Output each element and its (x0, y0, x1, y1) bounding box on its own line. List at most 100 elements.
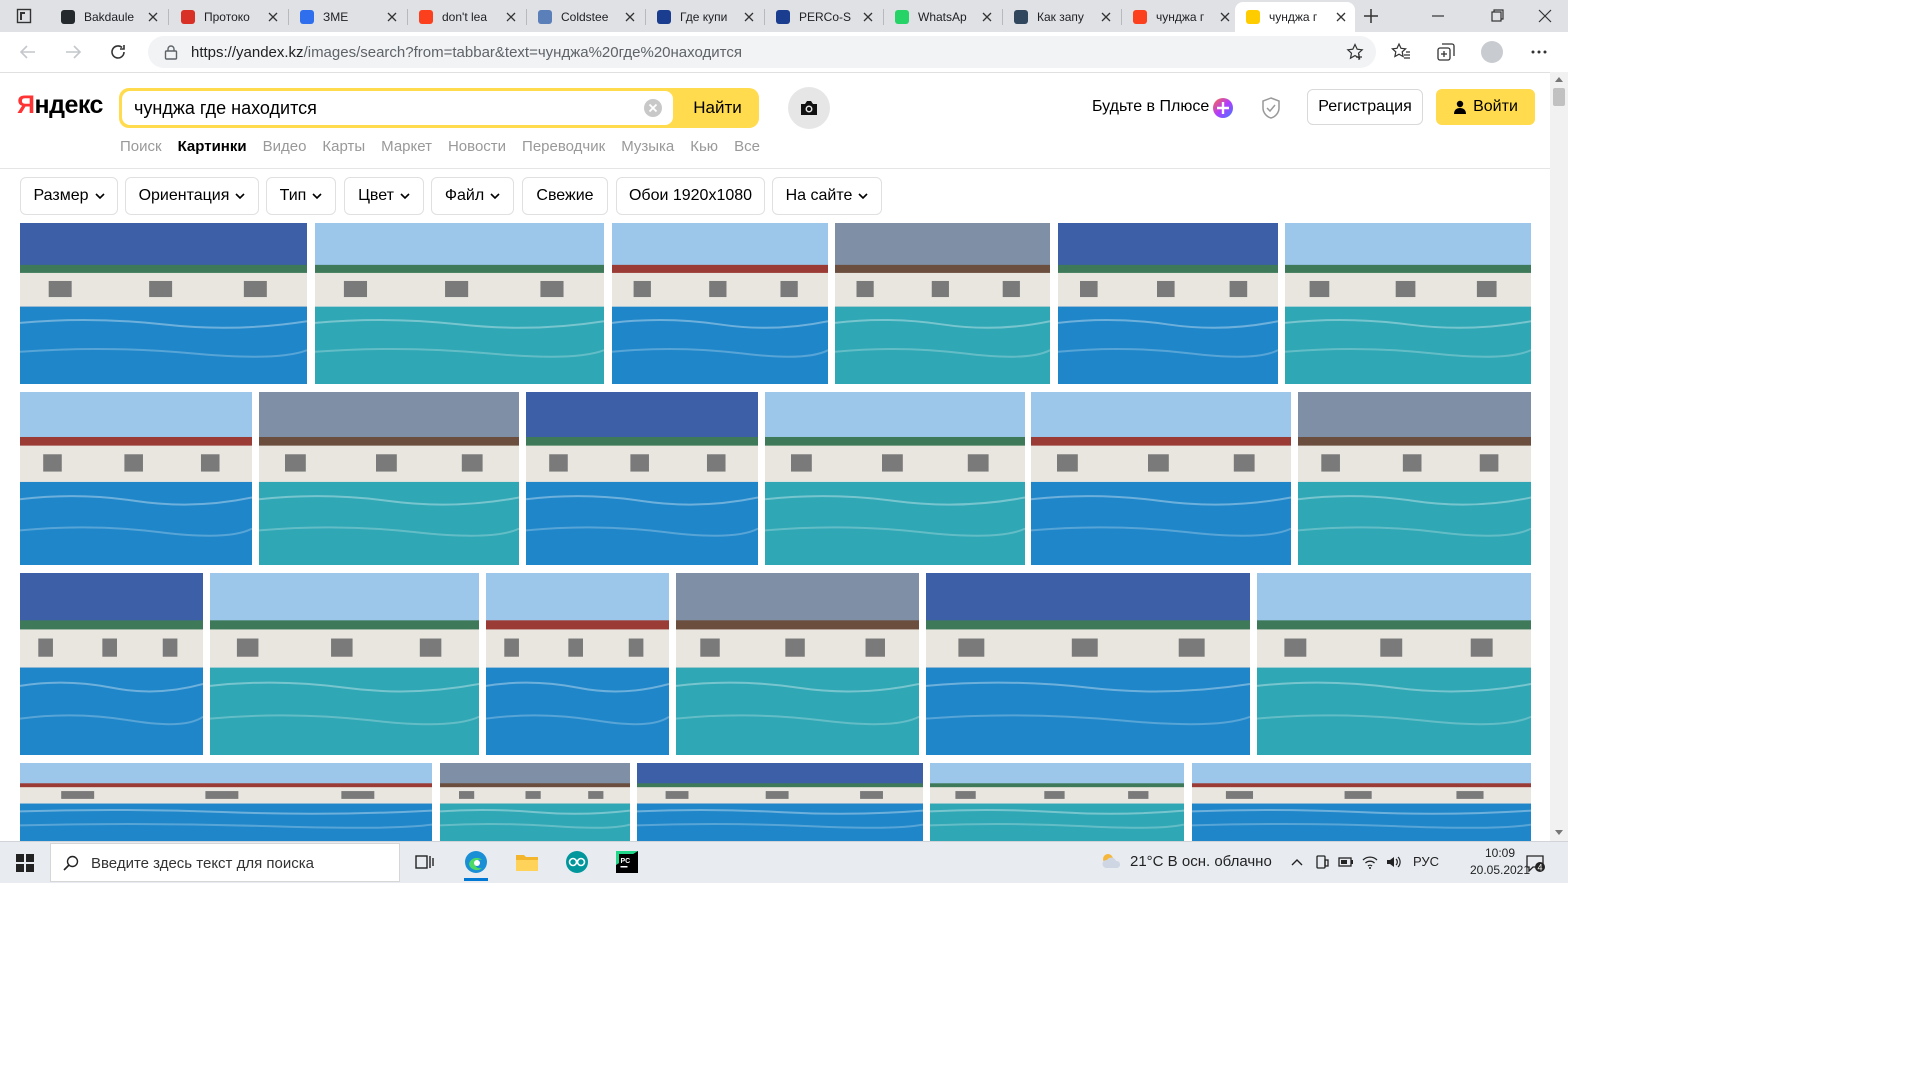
image-result-thumbnail[interactable] (835, 223, 1050, 384)
browser-tab[interactable]: Coldstee (527, 2, 644, 32)
windows-start-icon[interactable] (16, 854, 34, 872)
add-favorite-icon[interactable] (1346, 43, 1364, 61)
collections-icon[interactable] (1436, 42, 1456, 62)
filter-button[interactable]: Свежие (522, 177, 608, 215)
browser-tab[interactable]: Как запу (1003, 2, 1120, 32)
search-input[interactable] (132, 97, 636, 120)
register-button[interactable]: Регистрация (1307, 89, 1423, 125)
filter-button[interactable]: Размер (20, 177, 118, 215)
browser-tab[interactable]: WhatsAp (884, 2, 1001, 32)
language-indicator[interactable]: РУС (1413, 854, 1439, 869)
image-result-thumbnail[interactable] (765, 392, 1025, 565)
address-bar[interactable]: https://yandex.kz/images/search?from=tab… (148, 36, 1376, 68)
image-result-thumbnail[interactable] (926, 573, 1250, 755)
image-result-thumbnail[interactable] (210, 573, 479, 755)
browser-tab[interactable]: чунджа г (1235, 2, 1355, 32)
wifi-icon[interactable] (1362, 854, 1378, 870)
url-text[interactable]: https://yandex.kz/images/search?from=tab… (191, 44, 742, 61)
filter-button[interactable]: Ориентация (125, 177, 259, 215)
image-result-thumbnail[interactable] (259, 392, 519, 565)
image-result-thumbnail[interactable] (526, 392, 758, 565)
task-view-button[interactable] (411, 848, 439, 876)
service-link[interactable]: Новости (448, 138, 506, 155)
filter-button[interactable]: Обои 1920x1080 (616, 177, 765, 215)
service-link[interactable]: Маркет (381, 138, 432, 155)
image-result-thumbnail[interactable] (1285, 223, 1531, 384)
close-tab-icon[interactable] (384, 9, 400, 25)
minimize-icon[interactable] (1430, 8, 1446, 24)
service-link[interactable]: Картинки (178, 138, 247, 155)
new-tab-icon[interactable] (1362, 7, 1380, 25)
lock-icon[interactable] (164, 44, 178, 60)
image-result-thumbnail[interactable] (20, 223, 307, 384)
image-result-thumbnail[interactable] (20, 392, 252, 565)
close-tab-icon[interactable] (622, 9, 638, 25)
image-result-thumbnail[interactable] (1192, 763, 1531, 841)
service-link[interactable]: Все (734, 138, 760, 155)
tray-overflow-icon[interactable] (1289, 854, 1305, 870)
image-result-thumbnail[interactable] (20, 573, 203, 755)
image-result-thumbnail[interactable] (1058, 223, 1278, 384)
yandex-logo[interactable]: Яндекс (17, 91, 103, 120)
image-result-thumbnail[interactable] (930, 763, 1184, 841)
service-link[interactable]: Музыка (621, 138, 674, 155)
window-menu-icon[interactable] (16, 8, 32, 24)
filter-button[interactable]: Файл (431, 177, 514, 215)
battery-icon[interactable] (1338, 854, 1354, 870)
close-tab-icon[interactable] (503, 9, 519, 25)
close-tab-icon[interactable] (1098, 9, 1114, 25)
close-tab-icon[interactable] (265, 9, 281, 25)
close-tab-icon[interactable] (860, 9, 876, 25)
image-result-thumbnail[interactable] (486, 573, 669, 755)
page-scrollbar[interactable] (1550, 72, 1568, 842)
plus-promo-link[interactable]: Будьте в Плюсе (1092, 98, 1209, 116)
yandex-plus-icon[interactable] (1212, 97, 1234, 119)
close-tab-icon[interactable] (741, 9, 757, 25)
image-search-button[interactable] (788, 87, 830, 129)
close-tab-icon[interactable] (1217, 9, 1233, 25)
back-icon[interactable] (18, 42, 38, 62)
browser-tab[interactable]: ЗМЕ (289, 2, 406, 32)
close-tab-icon[interactable] (145, 9, 161, 25)
taskbar-edge[interactable] (462, 848, 490, 881)
browser-tab[interactable]: PERCo-S (765, 2, 882, 32)
image-result-thumbnail[interactable] (637, 763, 923, 841)
reload-icon[interactable] (108, 42, 128, 62)
image-result-thumbnail[interactable] (440, 763, 630, 841)
taskbar-arduino[interactable] (563, 848, 591, 876)
filter-button[interactable]: На сайте (772, 177, 882, 215)
image-result-thumbnail[interactable] (612, 223, 828, 384)
image-result-thumbnail[interactable] (315, 223, 604, 384)
browser-tab[interactable]: чунджа г (1122, 2, 1239, 32)
weather-widget[interactable]: 21°C В осн. облачно (1100, 852, 1272, 870)
favorites-icon[interactable] (1391, 42, 1411, 62)
profile-avatar[interactable] (1481, 41, 1503, 63)
device-icon[interactable] (1314, 854, 1330, 870)
volume-icon[interactable] (1386, 854, 1402, 870)
notifications-icon[interactable]: 4 (1525, 853, 1545, 873)
maximize-icon[interactable] (1489, 8, 1505, 24)
filter-button[interactable]: Цвет (344, 177, 424, 215)
scroll-up-icon[interactable] (1555, 76, 1563, 82)
taskbar-pycharm[interactable]: PC (613, 848, 641, 876)
image-result-thumbnail[interactable] (20, 763, 432, 841)
filter-button[interactable]: Тип (266, 177, 336, 215)
service-link[interactable]: Кью (690, 138, 718, 155)
login-button[interactable]: Войти (1436, 89, 1535, 125)
close-window-icon[interactable] (1537, 8, 1553, 24)
image-result-thumbnail[interactable] (676, 573, 919, 755)
image-result-thumbnail[interactable] (1257, 573, 1531, 755)
browser-tab[interactable]: Bakdaule (50, 2, 167, 32)
protection-shield-icon[interactable] (1260, 96, 1282, 120)
service-link[interactable]: Поиск (120, 138, 162, 155)
scroll-down-icon[interactable] (1555, 830, 1563, 836)
browser-tab[interactable]: Протоко (170, 2, 287, 32)
service-link[interactable]: Видео (263, 138, 307, 155)
close-tab-icon[interactable] (1333, 9, 1349, 25)
scrollbar-thumb[interactable] (1553, 88, 1565, 106)
forward-icon[interactable] (63, 42, 83, 62)
close-tab-icon[interactable] (979, 9, 995, 25)
taskbar-file-explorer[interactable] (513, 848, 541, 876)
taskbar-search-box[interactable]: Введите здесь текст для поиска (50, 843, 400, 882)
search-button[interactable]: Найти (676, 88, 759, 128)
